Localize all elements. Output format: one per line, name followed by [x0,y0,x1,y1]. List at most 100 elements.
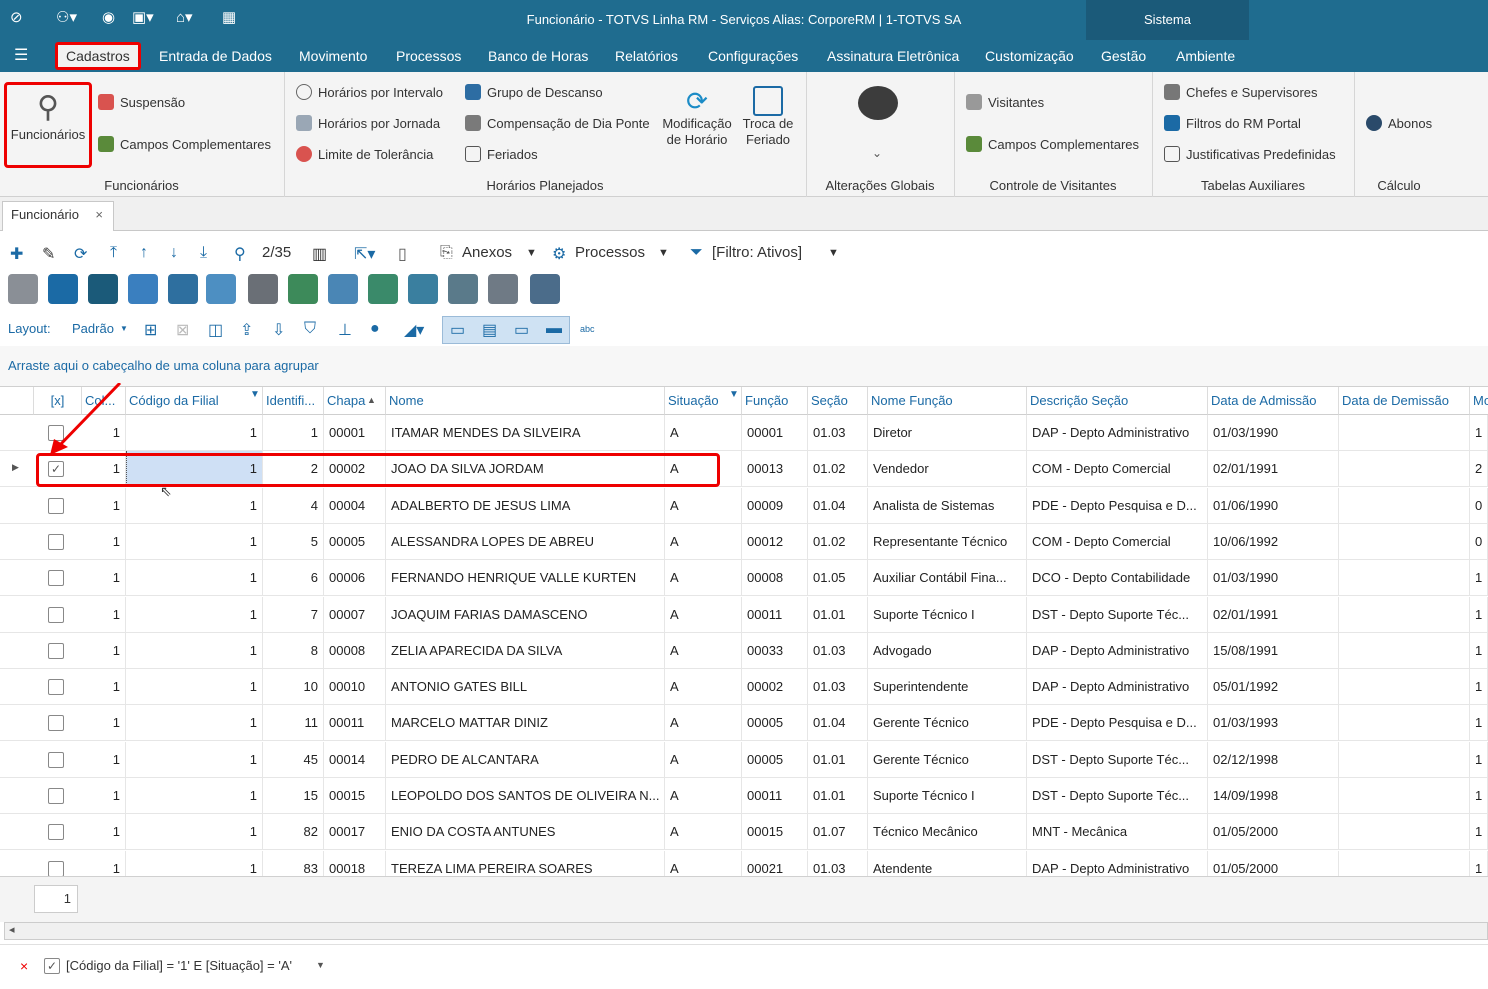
table-row[interactable]: 1 1 82 00017 ENIO DA COSTA ANTUNES A 00015 01.0… [0,814,1488,851]
document-icon[interactable]: ▯ [398,244,407,264]
column-header-codigo-filial[interactable]: Código da Filial [126,387,263,415]
cell-mo[interactable]: 1 [1470,560,1488,597]
compensacao-button[interactable]: Compensação de Dia Ponte [465,115,650,131]
column-header-data-demissao[interactable]: Data de Demissão [1339,387,1470,415]
cell-funcao[interactable]: 00005 [742,741,808,778]
cell-mo[interactable]: 1 [1470,632,1488,669]
menu-cadastros[interactable]: Cadastros [55,42,141,70]
row-select-checkbox[interactable]: ✓ [48,461,64,478]
horarios-jornada-button[interactable]: Horários por Jornada [296,115,440,131]
menu-ambiente[interactable]: Ambiente [1176,40,1235,72]
row-select-checkbox[interactable] [48,642,64,659]
doc-user-icon[interactable] [206,274,236,304]
cell-id[interactable]: 15 [263,778,324,814]
cell-dem[interactable] [1339,632,1470,669]
cell-adm[interactable]: 02/01/1991 [1208,451,1339,488]
cell-descsecao[interactable]: DST - Depto Suporte Téc... [1027,596,1208,633]
cell-filial[interactable]: 1 [126,415,263,451]
add-group-icon[interactable] [448,274,478,304]
cell-descsecao[interactable]: DAP - Depto Administrativo [1027,415,1208,451]
campos-visitantes-button[interactable]: Campos Complementares [966,136,1139,152]
cell-col[interactable]: 1 [82,741,126,778]
suspensao-button[interactable]: Suspensão [98,94,185,110]
cell-nomefunc[interactable]: Gerente Técnico [868,705,1027,742]
cell-filial[interactable]: 1 [126,632,263,669]
cell-mo[interactable]: 1 [1470,669,1488,706]
cell-secao[interactable]: 01.01 [808,778,868,814]
cell-nomefunc[interactable]: Advogado [868,632,1027,669]
cell-sit[interactable]: A [665,669,742,706]
group-by-panel[interactable]: Arraste aqui o cabeçalho de uma coluna p… [0,346,1488,386]
layout-padrao-dropdown[interactable]: Padrão [72,321,114,336]
cell-funcao[interactable]: 00001 [742,415,808,451]
cell-nomefunc[interactable]: Suporte Técnico I [868,596,1027,633]
cell-nomefunc[interactable]: Representante Técnico [868,523,1027,560]
column-header-nome[interactable]: Nome [386,387,665,415]
cell-descsecao[interactable]: DST - Depto Suporte Téc... [1027,741,1208,778]
view-mode-3-icon[interactable]: ▭ [514,320,529,340]
cell-dem[interactable] [1339,705,1470,742]
cell-id[interactable]: 2 [263,451,324,488]
add-layout-icon[interactable]: ⊞ [144,320,157,340]
cell-dem[interactable] [1339,596,1470,633]
cell-adm[interactable]: 15/08/1991 [1208,632,1339,669]
row-select-checkbox[interactable] [48,606,64,623]
menu-relatorios[interactable]: Relatórios [615,40,678,72]
filter-expression[interactable]: [Código da Filial] = '1' E [Situação] = … [66,958,292,973]
cell-mo[interactable]: 0 [1470,487,1488,524]
pin-icon[interactable]: ⊥ [338,320,352,340]
column-header-funcao[interactable]: Função [742,387,808,415]
cell-dem[interactable] [1339,523,1470,560]
cell-sit[interactable]: A [665,560,742,597]
cell-sit[interactable]: A [665,741,742,778]
menu-configuracoes[interactable]: Configurações [708,40,798,72]
umbrella-group-icon[interactable] [168,274,198,304]
cell-col[interactable]: 1 [82,596,126,633]
cell-chapa[interactable]: 00001 [324,415,386,451]
troca-feriado-button[interactable]: Troca de Feriado [738,86,798,148]
cell-nomefunc[interactable]: Vendedor [868,451,1027,488]
cell-id[interactable]: 4 [263,487,324,524]
cell-adm[interactable]: 01/03/1993 [1208,705,1339,742]
cell-id[interactable]: 10 [263,669,324,706]
cell-sit[interactable]: A [665,632,742,669]
column-header-nome-funcao[interactable]: Nome Função [868,387,1027,415]
cell-funcao[interactable]: 00009 [742,487,808,524]
filter-dropdown-icon[interactable]: ▼ [316,960,325,970]
cell-id[interactable]: 7 [263,596,324,633]
cell-sit[interactable]: A [665,778,742,814]
table-row[interactable]: 1 1 15 00015 LEOPOLDO DOS SANTOS DE OLIVEIRA… [0,778,1488,814]
cell-nome[interactable]: ALESSANDRA LOPES DE ABREU [386,523,665,560]
cell-chapa[interactable]: 00008 [324,632,386,669]
cell-nomefunc[interactable]: Analista de Sistemas [868,487,1027,524]
cell-id[interactable]: 45 [263,741,324,778]
cell-chapa[interactable]: 00015 [324,778,386,814]
cell-mo[interactable]: 2 [1470,451,1488,488]
spellcheck-icon[interactable]: abc [580,324,595,334]
situacao-filter-icon[interactable]: ▼ [729,389,739,400]
processos-button[interactable]: Processos [575,244,645,261]
cell-nome[interactable]: FERNANDO HENRIQUE VALLE KURTEN [386,560,665,597]
menu-assinatura-eletronica[interactable]: Assinatura Eletrônica [827,40,959,72]
menu-entrada-de-dados[interactable]: Entrada de Dados [159,40,272,72]
remove-person-icon[interactable] [8,274,38,304]
cell-descsecao[interactable]: MNT - Mecânica [1027,814,1208,851]
cell-col[interactable]: 1 [82,560,126,597]
cell-secao[interactable]: 01.04 [808,705,868,742]
filter-enabled-checkbox[interactable]: ✓ [44,958,60,974]
cell-filial[interactable]: 1 [126,596,263,633]
gear-icon[interactable]: ⚙ [552,244,566,264]
filtros-portal-button[interactable]: Filtros do RM Portal [1164,115,1301,131]
cell-funcao[interactable]: 00002 [742,669,808,706]
cell-id[interactable]: 11 [263,705,324,742]
cell-adm[interactable]: 02/12/1998 [1208,741,1339,778]
table-row[interactable]: 1 1 10 00010 ANTONIO GATES BILL A 00002 01.03 Su… [0,669,1488,706]
modificacao-horario-button[interactable]: ⟳ Modificação de Horário [660,86,734,148]
cell-nome[interactable]: ZELIA APARECIDA DA SILVA [386,632,665,669]
filter-ativos-button[interactable]: [Filtro: Ativos] [712,244,802,261]
cell-nomefunc[interactable]: Técnico Mecânico [868,814,1027,851]
cell-funcao[interactable]: 00011 [742,778,808,814]
cell-sit[interactable]: A [665,705,742,742]
shapes-icon[interactable]: ● [370,320,380,338]
export-layout-icon[interactable]: ⇩ [272,320,285,340]
